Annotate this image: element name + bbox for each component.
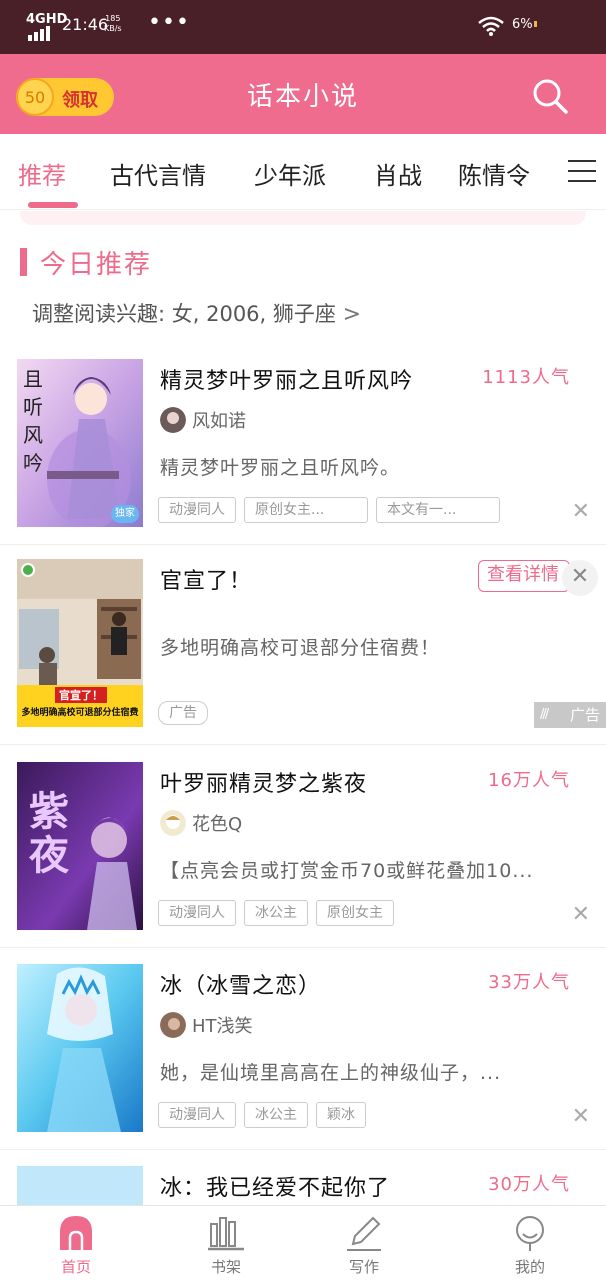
popularity-count: 33万人气 (488, 972, 570, 993)
ad-slash-icon: /// (540, 707, 549, 722)
tag[interactable]: 本文有一... (376, 497, 500, 523)
author-row: 风如诺 (160, 407, 246, 433)
book-cover[interactable]: 紫夜 (17, 762, 143, 930)
book-card[interactable]: 且听风吟 独家 精灵梦叶罗丽之且听风吟 1113人气 风如诺 精灵梦叶罗丽之且听… (0, 345, 606, 545)
active-tab-indicator (28, 202, 78, 208)
ad-image[interactable]: 官宣了！ 多地明确高校可退部分住宿费 (17, 559, 143, 727)
tab-teen[interactable]: 少年派 (254, 156, 326, 191)
ad-title[interactable]: 官宣了！ (160, 563, 252, 595)
author-avatar (160, 1012, 186, 1038)
author-row: HT浅笑 (160, 1012, 253, 1038)
nav-write[interactable]: 写作 (324, 1206, 404, 1280)
banner-bottom-edge (20, 211, 586, 225)
ad-description: 多地明确高校可退部分住宿费！ (160, 637, 441, 659)
dismiss-icon[interactable]: ✕ (572, 1104, 590, 1129)
nav-profile-label: 我的 (514, 1258, 545, 1276)
exclusive-badge: 独家 (111, 505, 139, 523)
tag[interactable]: 冰公主 (244, 900, 308, 926)
bottom-navigation: 首页 书架 写作 我的 (0, 1205, 606, 1280)
book-card[interactable]: 冰：我已经爱不起你了 30万人气 (0, 1150, 606, 1205)
book-tags: 动漫同人 冰公主 原创女主 (158, 900, 394, 926)
popularity-count: 1113人气 (482, 367, 570, 388)
profile-icon (516, 1216, 544, 1251)
book-cover[interactable]: 且听风吟 独家 (17, 359, 143, 527)
book-title[interactable]: 叶罗丽精灵梦之紫夜 (160, 766, 367, 798)
popularity-count: 30万人气 (488, 1174, 570, 1195)
tag[interactable]: 原创女主 (316, 900, 394, 926)
tag[interactable]: 动漫同人 (158, 900, 236, 926)
more-notifications-icon: ••• (148, 10, 190, 35)
bookshelf-icon (208, 1217, 244, 1251)
cover-title-text: 紫夜 (29, 788, 69, 879)
tag[interactable]: 冰公主 (244, 1102, 308, 1128)
tag[interactable]: 颖冰 (316, 1102, 366, 1128)
section-marker (20, 248, 27, 276)
app-title: 话本小说 (246, 82, 359, 112)
book-tags: 动漫同人 原创女主... 本文有一... (158, 497, 500, 523)
tab-xiao-zhan[interactable]: 肖战 (374, 156, 422, 191)
network-speed: 185 KB/s (104, 14, 122, 33)
book-description: 精灵梦叶罗丽之且听风吟。 (160, 457, 401, 479)
author-name: HT浅笑 (192, 1016, 253, 1037)
nav-profile[interactable]: 我的 (490, 1206, 570, 1280)
nav-home[interactable]: 首页 (36, 1206, 116, 1280)
book-card[interactable]: 冰（冰雪之恋） 33万人气 HT浅笑 她，是仙境里高高在上的神级仙子，... 动… (0, 948, 606, 1150)
pencil-icon (347, 1216, 381, 1251)
book-cover[interactable] (17, 964, 143, 1132)
ad-mark: /// 广告 (534, 702, 606, 728)
author-avatar (160, 407, 186, 433)
category-tabs: 推荐 古代言情 少年派 肖战 陈情令 (0, 134, 606, 210)
tab-recommend[interactable]: 推荐 (18, 156, 66, 191)
book-cover[interactable] (17, 1166, 143, 1205)
book-description: 她，是仙境里高高在上的神级仙子，... (160, 1062, 502, 1084)
app-header: 50 领取 话本小说 (0, 54, 606, 134)
chevron-right-icon: > (342, 302, 362, 327)
ad-label-tag: 广告 (158, 701, 208, 725)
tag[interactable]: 动漫同人 (158, 497, 236, 523)
category-menu-icon[interactable] (568, 160, 596, 184)
battery-level: 6% (512, 17, 533, 32)
nav-bookshelf[interactable]: 书架 (186, 1206, 266, 1280)
home-icon (60, 1216, 92, 1250)
battery-icon (534, 21, 537, 27)
tab-ancient-romance[interactable]: 古代言情 (110, 156, 206, 191)
search-icon[interactable] (528, 74, 572, 118)
clock: 21:46 (62, 15, 109, 34)
nav-home-label: 首页 (60, 1258, 91, 1276)
book-title[interactable]: 冰（冰雪之恋） (160, 968, 321, 1000)
ad-image-banner: 官宣了！ (55, 687, 107, 703)
section-title: 今日推荐 (40, 250, 153, 280)
author-name: 花色Q (192, 814, 243, 835)
popularity-count: 16万人气 (488, 770, 570, 791)
close-ad-icon[interactable]: ✕ (562, 560, 598, 596)
view-details-button[interactable]: 查看详情 (478, 560, 570, 592)
book-title[interactable]: 精灵梦叶罗丽之且听风吟 (160, 363, 413, 395)
signal-icon (28, 26, 50, 41)
dismiss-icon[interactable]: ✕ (572, 499, 590, 524)
nav-write-label: 写作 (348, 1258, 379, 1276)
author-row: 花色Q (160, 810, 242, 836)
book-title[interactable]: 冰：我已经爱不起你了 (160, 1170, 390, 1202)
adjust-interest-link[interactable]: 调整阅读兴趣: 女, 2006, 狮子座 > (32, 298, 361, 328)
interest-text: 调整阅读兴趣: 女, 2006, 狮子座 (32, 302, 336, 326)
tab-chen-qing-ling[interactable]: 陈情令 (458, 156, 530, 191)
author-avatar (160, 810, 186, 836)
ad-logo-icon (21, 563, 35, 577)
book-tags: 动漫同人 冰公主 颖冰 (158, 1102, 366, 1128)
ad-card[interactable]: 官宣了！ 多地明确高校可退部分住宿费 官宣了！ 查看详情 ✕ 多地明确高校可退部… (0, 545, 606, 745)
tag[interactable]: 动漫同人 (158, 1102, 236, 1128)
cover-title-text: 且听风吟 (23, 367, 43, 475)
ad-image-caption: 多地明确高校可退部分住宿费 (21, 708, 139, 718)
nav-bookshelf-label: 书架 (210, 1258, 241, 1276)
book-card[interactable]: 紫夜 叶罗丽精灵梦之紫夜 16万人气 花色Q 【点亮会员或打赏金币70或鲜花叠加… (0, 746, 606, 948)
dismiss-icon[interactable]: ✕ (572, 902, 590, 927)
wifi-icon (478, 16, 504, 36)
tag[interactable]: 原创女主... (244, 497, 368, 523)
status-bar: 4GHD 21:46 185 KB/s ••• 6% (0, 0, 606, 54)
book-description: 【点亮会员或打赏金币70或鲜花叠加10... (160, 860, 534, 882)
author-name: 风如诺 (192, 411, 246, 432)
